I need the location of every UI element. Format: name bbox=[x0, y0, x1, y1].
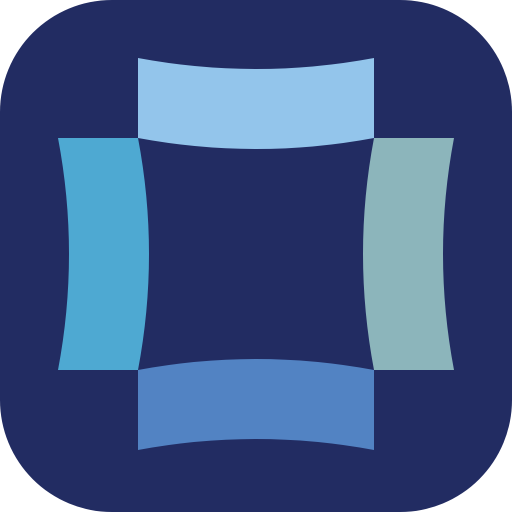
top-panel bbox=[138, 58, 374, 149]
app-icon bbox=[0, 0, 512, 512]
right-panel bbox=[363, 138, 454, 370]
bottom-panel bbox=[138, 359, 374, 450]
four-curved-panels-square-logo-icon bbox=[0, 0, 512, 512]
left-panel bbox=[58, 138, 149, 370]
